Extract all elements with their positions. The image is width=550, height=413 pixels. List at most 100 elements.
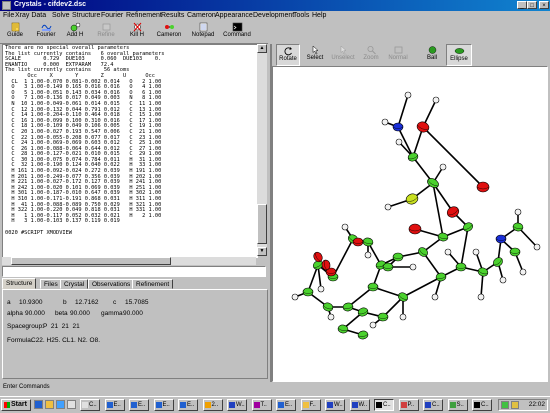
app-icon[interactable] — [2, 1, 11, 10]
carbon-atom[interactable] — [377, 312, 389, 322]
carbon-atom[interactable] — [492, 256, 505, 269]
molecule-structure[interactable] — [273, 67, 548, 382]
taskbar-button[interactable]: E.. — [129, 399, 149, 411]
close-button[interactable]: × — [539, 1, 549, 9]
menu-refinement[interactable]: Refinement — [126, 12, 162, 19]
oxygen-atom[interactable] — [352, 237, 364, 247]
hydrogen-atom[interactable] — [431, 293, 439, 301]
taskbar-button[interactable]: T.. — [251, 399, 272, 411]
taskbar-button[interactable]: P.. — [398, 399, 419, 411]
menu-file[interactable]: File — [3, 12, 14, 19]
hscroll-thumb[interactable] — [11, 257, 171, 265]
menu-structure[interactable]: Structure — [72, 12, 100, 19]
taskbar-button[interactable]: E.. — [104, 399, 125, 411]
taskbar-button[interactable]: C.. — [472, 399, 492, 411]
carbon-atom[interactable] — [367, 282, 379, 292]
taskbar-button[interactable]: W.. — [227, 399, 247, 411]
text-vertical-scrollbar[interactable]: ▲ ▼ — [257, 44, 267, 256]
carbon-atom[interactable] — [382, 262, 394, 272]
rotate-button[interactable]: Rotate — [276, 44, 300, 66]
taskbar-button[interactable]: E.. — [178, 399, 198, 411]
guide-button[interactable]: Guide — [4, 22, 26, 42]
fourier-button[interactable]: Fourier — [34, 22, 58, 42]
quicklaunch-ie-icon[interactable] — [34, 400, 43, 409]
bond[interactable] — [397, 94, 409, 128]
command-button[interactable]: Command — [222, 22, 252, 42]
taskbar-button[interactable]: W.. — [325, 399, 345, 411]
text-output-pane[interactable]: There are no special overall parameters … — [2, 44, 258, 258]
hydrogen-atom[interactable] — [472, 248, 480, 256]
quicklaunch-folder-icon[interactable] — [45, 400, 54, 409]
oxygen-atom[interactable] — [312, 251, 324, 264]
hydrogen-atom[interactable] — [369, 321, 377, 329]
normal-view-button[interactable]: Normal — [386, 44, 410, 66]
molecule-viewer[interactable] — [272, 66, 548, 382]
tray-icon-network[interactable] — [501, 401, 509, 409]
hydrogen-atom[interactable] — [291, 293, 299, 301]
scroll-thumb[interactable] — [257, 204, 267, 244]
tab-refinement[interactable]: Refinement — [132, 279, 174, 289]
zoom-button[interactable]: Zoom — [360, 44, 382, 66]
hydrogen-atom[interactable] — [317, 285, 325, 293]
hydrogen-atom[interactable] — [499, 276, 507, 284]
ellipse-style-button[interactable]: Ellipse — [446, 44, 472, 66]
oxygen-atom[interactable] — [408, 223, 422, 235]
taskbar-button[interactable]: C.. — [374, 399, 394, 411]
tray-icon-speaker[interactable] — [511, 401, 519, 409]
bond[interactable] — [460, 226, 469, 268]
taskbar-button[interactable]: 2.. — [202, 399, 223, 411]
menu-development[interactable]: Development — [253, 12, 294, 19]
menu-xray-data[interactable]: Xray Data — [15, 12, 46, 19]
hydrogen-atom[interactable] — [399, 313, 407, 321]
scroll-up-arrow[interactable]: ▲ — [257, 44, 267, 53]
carbon-atom[interactable] — [477, 267, 489, 278]
tab-crystal[interactable]: Crystal — [60, 279, 89, 289]
notepad-button[interactable]: Notepad — [190, 22, 216, 42]
text-horizontal-scrollbar[interactable] — [2, 257, 256, 265]
hydrogen-atom[interactable] — [395, 138, 403, 146]
carbon-atom[interactable] — [392, 252, 404, 262]
menu-appearance[interactable]: Appearance — [215, 12, 253, 19]
nitrogen-atom[interactable] — [495, 234, 507, 244]
tab-observations[interactable]: Observations — [88, 279, 135, 289]
hydrogen-atom[interactable] — [514, 208, 522, 216]
hydrogen-atom[interactable] — [477, 293, 485, 301]
carbon-atom[interactable] — [417, 246, 430, 259]
scroll-down-arrow[interactable]: ▼ — [257, 247, 267, 256]
carbon-atom[interactable] — [455, 262, 467, 272]
hydrogen-atom[interactable] — [404, 91, 412, 99]
taskbar-button[interactable]: F.. — [300, 399, 321, 411]
start-button[interactable]: Start — [1, 399, 31, 411]
hydrogen-atom[interactable] — [341, 223, 349, 231]
tab-files[interactable]: Files — [40, 279, 62, 289]
menu-solve[interactable]: Solve — [52, 12, 70, 19]
taskbar-button[interactable]: E.. — [276, 399, 296, 411]
select-button[interactable]: Select — [304, 44, 326, 66]
hydrogen-atom[interactable] — [439, 163, 447, 171]
hydrogen-atom[interactable] — [444, 248, 452, 256]
taskbar-button[interactable]: S.. — [447, 399, 468, 411]
command-input[interactable] — [2, 266, 266, 277]
maximize-button[interactable]: □ — [527, 1, 537, 9]
hydrogen-atom[interactable] — [384, 203, 392, 211]
taskbar-button[interactable]: C.. — [80, 399, 100, 411]
carbon-atom[interactable] — [302, 287, 314, 297]
bond[interactable] — [422, 126, 484, 188]
ball-style-button[interactable]: Ball — [422, 44, 442, 66]
hydrogen-atom[interactable] — [381, 118, 389, 126]
menu-results[interactable]: Results — [161, 12, 184, 19]
hydrogen-atom[interactable] — [533, 243, 541, 251]
hydrogen-atom[interactable] — [519, 268, 527, 276]
hydrogen-atom[interactable] — [409, 263, 417, 271]
tab-structure[interactable]: Structure — [2, 278, 37, 289]
unselect-button[interactable]: Unselect — [330, 44, 356, 66]
hydrogen-atom[interactable] — [364, 251, 372, 259]
quicklaunch-desktop-icon[interactable] — [56, 400, 65, 409]
oxygen-atom[interactable] — [476, 181, 490, 193]
menu-fourier[interactable]: Fourier — [101, 12, 123, 19]
kill-h-button[interactable]: Kill H — [126, 22, 148, 42]
hydrogen-atom[interactable] — [327, 313, 335, 321]
add-h-button[interactable]: Add H — [64, 22, 86, 42]
menu-help[interactable]: Help — [312, 12, 326, 19]
cameron-button[interactable]: Cameron — [156, 22, 182, 42]
